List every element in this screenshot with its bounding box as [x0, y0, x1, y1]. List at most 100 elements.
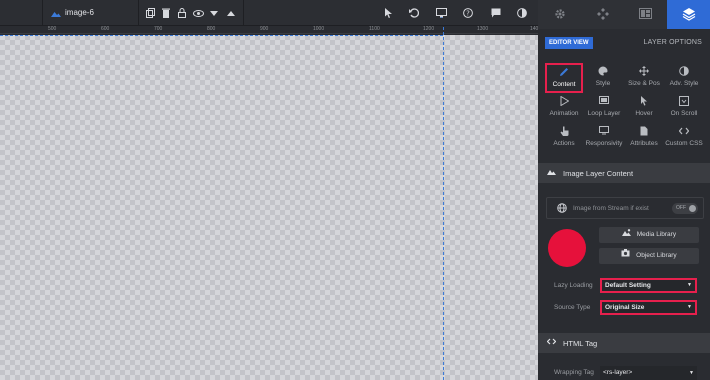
gear-icon — [554, 8, 566, 22]
tab-addons[interactable] — [581, 0, 624, 29]
comment-icon[interactable] — [490, 7, 502, 19]
section-title: Image Layer Content — [563, 169, 634, 178]
palette-icon — [585, 66, 621, 78]
option-label: Responsivity — [585, 140, 623, 147]
lazy-loading-select[interactable]: Default Setting ▼ — [600, 278, 697, 293]
toggle-knob — [689, 205, 696, 212]
media-icon — [639, 8, 652, 21]
media-icon — [621, 229, 633, 238]
option-label: Animation — [549, 110, 579, 117]
svg-text:?: ? — [466, 10, 470, 18]
option-size-pos[interactable]: Size & Pos — [624, 66, 664, 92]
source-type-label: Source Type — [554, 304, 591, 311]
scroll-icon — [664, 96, 704, 108]
option-attributes[interactable]: Attributes — [624, 126, 664, 152]
select-value: Original Size — [605, 304, 645, 311]
option-label: Style — [595, 80, 611, 87]
editor-view-badge[interactable]: EDITOR VIEW — [545, 37, 593, 49]
hand-icon — [545, 126, 583, 138]
stream-label: Image from Stream if exist — [573, 205, 649, 212]
option-label: On Scroll — [670, 110, 698, 117]
desktop-icon[interactable] — [435, 7, 447, 19]
caret-down-icon: ▼ — [689, 370, 694, 376]
option-content[interactable]: Content — [545, 63, 583, 93]
ruler-tick: 600 — [101, 26, 110, 32]
loop-icon — [584, 96, 624, 108]
hover-icon — [624, 96, 664, 108]
image-icon — [547, 168, 556, 177]
tab-media[interactable] — [624, 0, 667, 29]
horizontal-guide[interactable] — [0, 35, 443, 36]
option-loop-layer[interactable]: Loop Layer — [584, 96, 624, 122]
option-actions[interactable]: Actions — [545, 126, 583, 152]
code-icon — [663, 126, 705, 138]
source-type-select[interactable]: Original Size ▼ — [600, 300, 697, 315]
option-label: Hover — [635, 110, 653, 117]
section-html-tag[interactable]: HTML Tag — [538, 333, 710, 353]
trash-icon[interactable] — [160, 7, 172, 19]
media-library-button[interactable]: Media Library — [599, 227, 699, 243]
play-icon — [545, 95, 583, 108]
option-adv-style[interactable]: Adv. Style — [664, 66, 704, 92]
option-label: Loop Layer — [587, 110, 621, 117]
move-icon — [624, 66, 664, 78]
wrapping-tag-select[interactable]: <rs-layer> ▼ — [600, 366, 697, 380]
caret-down-icon: ▼ — [687, 304, 692, 310]
duplicate-icon[interactable] — [144, 7, 156, 19]
ruler-tick: 1200 — [423, 26, 435, 32]
option-animation[interactable]: Animation — [545, 95, 583, 122]
button-label: Media Library — [636, 231, 677, 238]
contrast-icon — [664, 66, 704, 78]
option-label: Attributes — [630, 140, 658, 147]
option-responsivity[interactable]: Responsivity — [582, 126, 626, 152]
object-library-button[interactable]: Object Library — [599, 248, 699, 264]
button-label: Object Library — [636, 252, 677, 259]
ruler-tick: 1100 — [369, 26, 380, 32]
puzzle-icon — [596, 7, 609, 22]
cursor-icon[interactable] — [382, 7, 394, 19]
pencil-icon — [547, 67, 581, 79]
toolbar-separator — [243, 0, 244, 26]
option-custom-css[interactable]: Custom CSS — [663, 126, 705, 152]
stream-option: Image from Stream if exist OFF — [546, 197, 704, 219]
help-icon[interactable]: ? — [462, 7, 474, 19]
option-label: Content — [552, 81, 576, 88]
caret-down-icon: ▼ — [687, 282, 692, 288]
image-preview[interactable] — [548, 229, 586, 267]
select-value: Default Setting — [605, 282, 651, 289]
section-title: HTML Tag — [563, 339, 598, 348]
option-label: Actions — [553, 140, 575, 147]
image-icon — [50, 7, 62, 19]
stream-toggle[interactable]: OFF — [672, 203, 698, 214]
layer-name[interactable]: image-6 — [65, 8, 94, 17]
ruler: 500 600 700 800 900 1000 1100 1200 1300 … — [0, 26, 541, 34]
tab-layers[interactable] — [667, 0, 710, 29]
eye-icon[interactable] — [192, 7, 204, 19]
lock-icon[interactable] — [176, 7, 188, 19]
vertical-guide[interactable] — [443, 27, 444, 380]
select-value: <rs-layer> — [603, 369, 633, 376]
monitor-icon — [582, 126, 626, 138]
section-image-layer-content[interactable]: Image Layer Content — [538, 163, 710, 183]
chevron-down-icon[interactable] — [208, 7, 220, 19]
toolbar-separator — [42, 0, 43, 26]
option-style[interactable]: Style — [585, 66, 621, 92]
editor-canvas[interactable] — [0, 35, 538, 380]
ruler-tick: 1300 — [477, 26, 489, 32]
tab-settings[interactable] — [538, 0, 581, 29]
chevron-up-icon[interactable] — [225, 7, 237, 19]
layers-icon — [682, 7, 696, 23]
option-hover[interactable]: Hover — [624, 96, 664, 122]
undo-icon[interactable] — [408, 7, 420, 19]
ruler-tick: 700 — [154, 26, 163, 32]
document-icon — [624, 126, 664, 138]
contrast-icon[interactable] — [516, 7, 528, 19]
layer-options-panel: EDITOR VIEW LAYER OPTIONS Content Style … — [538, 29, 710, 380]
top-toolbar: image-6 ? — [0, 0, 538, 26]
code-icon — [546, 338, 557, 347]
option-on-scroll[interactable]: On Scroll — [664, 96, 704, 122]
globe-icon — [557, 203, 567, 215]
option-label: Adv. Style — [669, 80, 699, 87]
option-label: Size & Pos — [628, 80, 660, 87]
camera-icon — [621, 249, 632, 259]
